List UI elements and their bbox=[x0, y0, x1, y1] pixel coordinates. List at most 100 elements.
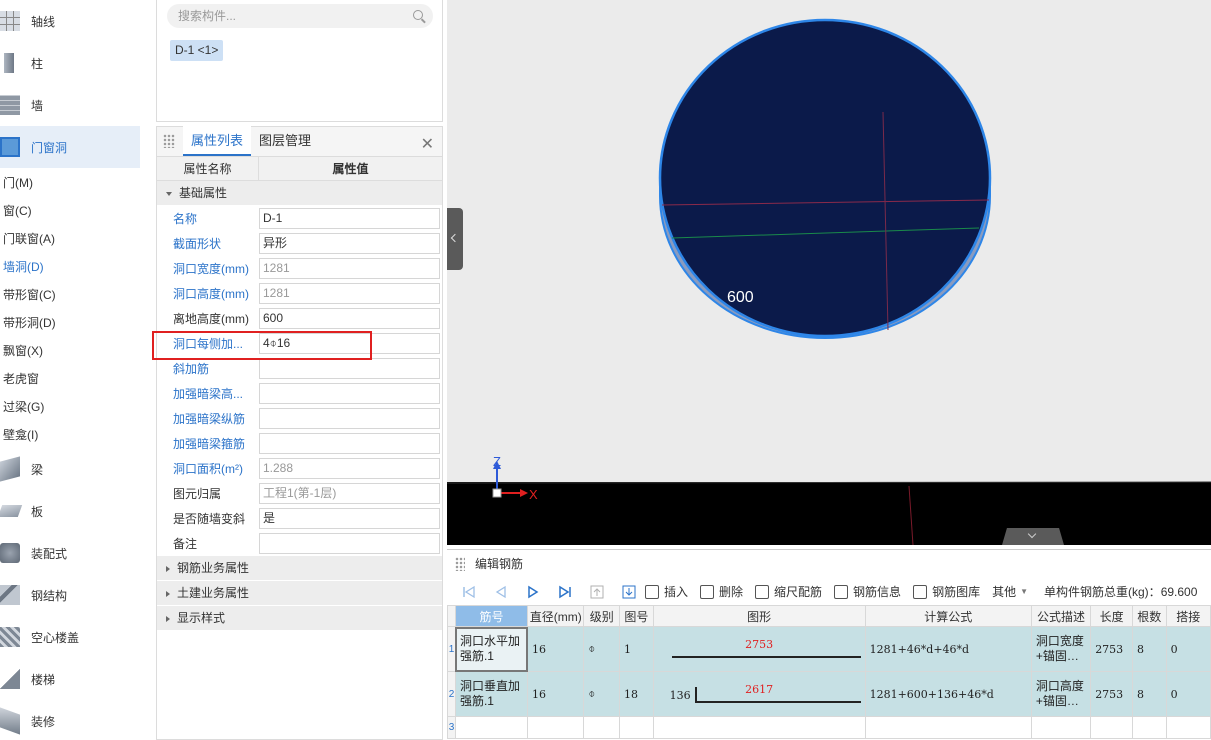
property-name[interactable]: 截面形状 bbox=[157, 235, 259, 252]
nav-sub-item[interactable]: 窗(C) bbox=[0, 196, 140, 224]
cell-fig[interactable] bbox=[618, 716, 654, 739]
property-value-field[interactable]: D-1 bbox=[259, 208, 440, 229]
property-value-field[interactable] bbox=[259, 358, 440, 379]
property-value-field[interactable] bbox=[259, 408, 440, 429]
property-name[interactable]: 洞口每侧加... bbox=[157, 335, 259, 352]
scale-rebar-button[interactable]: 缩尺配筋 bbox=[755, 583, 822, 600]
cell-desc[interactable]: 洞口高度+锚固… bbox=[1030, 671, 1092, 717]
property-name[interactable]: 洞口高度(mm) bbox=[157, 285, 259, 302]
column-header[interactable]: 图形 bbox=[652, 605, 866, 627]
column-header[interactable]: 根数 bbox=[1132, 605, 1167, 627]
group-basic-properties[interactable]: 基础属性 bbox=[157, 181, 442, 206]
cell-shape[interactable]: 2617 136 bbox=[652, 671, 866, 717]
cell-count[interactable] bbox=[1132, 716, 1167, 739]
nav-sub-item[interactable]: 过梁(G) bbox=[0, 392, 140, 420]
3d-viewport[interactable]: 600 Z X bbox=[447, 0, 1211, 545]
group-collapsed[interactable]: 钢筋业务属性 bbox=[157, 556, 442, 581]
column-header[interactable]: 计算公式 bbox=[864, 605, 1032, 627]
group-collapsed[interactable]: 土建业务属性 bbox=[157, 581, 442, 606]
nav-sub-item[interactable]: 墙洞(D) bbox=[0, 252, 140, 280]
search-box[interactable] bbox=[167, 4, 433, 28]
cell-formula[interactable] bbox=[864, 716, 1032, 739]
cell-length[interactable]: 2753 bbox=[1090, 671, 1133, 717]
property-value-field[interactable]: 1281 bbox=[259, 283, 440, 304]
cell-shape[interactable] bbox=[652, 716, 866, 739]
nav-category-0[interactable]: 梁 bbox=[0, 448, 140, 490]
cell-grade[interactable] bbox=[583, 716, 620, 739]
table-row[interactable]: 1 洞口水平加强筋.1 16 ⌽ 1 2753 1281+46*d+46*d 洞口宽度+锚固…… bbox=[447, 626, 1211, 672]
column-header[interactable]: 搭接 bbox=[1165, 605, 1211, 627]
cell-diameter[interactable]: 16 bbox=[527, 626, 585, 672]
nav-category-2[interactable]: 装配式 bbox=[0, 532, 140, 574]
cell-lap[interactable]: 0 bbox=[1165, 671, 1211, 717]
property-value-field[interactable]: 600 bbox=[259, 308, 440, 329]
nav-category-3[interactable]: 钢结构 bbox=[0, 574, 140, 616]
cell-formula[interactable]: 1281+46*d+46*d bbox=[864, 626, 1032, 672]
property-name[interactable]: 加强暗梁高... bbox=[157, 385, 259, 402]
row-index[interactable]: 3 bbox=[447, 716, 456, 739]
nav-category-0[interactable]: 轴线 bbox=[0, 0, 140, 42]
property-value-field[interactable]: 工程1(第-1层) bbox=[259, 483, 440, 504]
nav-category-1[interactable]: 柱 bbox=[0, 42, 140, 84]
tab-layer-management[interactable]: 图层管理 bbox=[251, 126, 319, 156]
property-name[interactable]: 斜加筋 bbox=[157, 360, 259, 377]
insert-button[interactable]: 插入 bbox=[645, 583, 688, 600]
table-row[interactable]: 2 洞口垂直加强筋.1 16 ⌽ 18 2617 136 1281+600+136+46*d 洞… bbox=[447, 671, 1211, 717]
row-index[interactable]: 1 bbox=[447, 626, 456, 672]
first-record-icon[interactable] bbox=[461, 584, 477, 600]
nav-sub-item[interactable]: 带形洞(D) bbox=[0, 308, 140, 336]
property-value-field[interactable] bbox=[259, 383, 440, 404]
last-record-icon[interactable] bbox=[557, 584, 573, 600]
cell-length[interactable] bbox=[1090, 716, 1133, 739]
nav-category-3[interactable]: 门窗洞 bbox=[0, 126, 140, 168]
nav-sub-item[interactable]: 带形窗(C) bbox=[0, 280, 140, 308]
row-index[interactable]: 2 bbox=[447, 671, 456, 717]
nav-sub-item[interactable]: 壁龛(I) bbox=[0, 420, 140, 448]
cell-name[interactable]: 洞口水平加强筋.1 bbox=[454, 626, 529, 672]
property-name[interactable]: 洞口面积(m²) bbox=[157, 460, 259, 477]
search-input[interactable] bbox=[178, 9, 398, 23]
property-value-field[interactable]: 4⌽16 bbox=[259, 333, 440, 354]
cell-grade[interactable]: ⌽ bbox=[583, 671, 620, 717]
cell-desc[interactable] bbox=[1030, 716, 1092, 739]
drag-handle-icon[interactable] bbox=[455, 557, 465, 571]
property-name[interactable]: 洞口宽度(mm) bbox=[157, 260, 259, 277]
table-row[interactable]: 3 bbox=[447, 716, 1211, 739]
property-value-field[interactable] bbox=[259, 533, 440, 554]
other-dropdown[interactable]: 其他 ▼ bbox=[992, 583, 1028, 600]
property-name[interactable]: 名称 bbox=[157, 210, 259, 227]
cell-fig[interactable]: 18 bbox=[618, 671, 654, 717]
move-up-icon[interactable] bbox=[589, 584, 605, 600]
property-value-field[interactable]: 异形 bbox=[259, 233, 440, 254]
nav-sub-item[interactable]: 门(M) bbox=[0, 168, 140, 196]
move-down-icon[interactable] bbox=[621, 584, 637, 600]
property-name[interactable]: 加强暗梁纵筋 bbox=[157, 410, 259, 427]
nav-category-6[interactable]: 装修 bbox=[0, 700, 140, 740]
cell-diameter[interactable] bbox=[527, 716, 585, 739]
group-collapsed[interactable]: 显示样式 bbox=[157, 606, 442, 631]
rebar-info-button[interactable]: 钢筋信息 bbox=[834, 583, 901, 600]
property-value-field[interactable]: 1281 bbox=[259, 258, 440, 279]
cell-name[interactable]: 洞口垂直加强筋.1 bbox=[454, 671, 529, 717]
column-header[interactable]: 直径(mm) bbox=[527, 605, 585, 627]
nav-category-2[interactable]: 墙 bbox=[0, 84, 140, 126]
cell-shape[interactable]: 2753 bbox=[652, 626, 866, 672]
column-header[interactable]: 公式描述 bbox=[1030, 605, 1092, 627]
search-icon[interactable] bbox=[413, 10, 423, 20]
nav-sub-item[interactable]: 老虎窗 bbox=[0, 364, 140, 392]
cell-count[interactable]: 8 bbox=[1132, 671, 1167, 717]
column-header[interactable]: 级别 bbox=[583, 605, 620, 627]
nav-sub-item[interactable]: 飘窗(X) bbox=[0, 336, 140, 364]
drag-handle-icon[interactable] bbox=[163, 134, 175, 148]
collapse-panel-button[interactable] bbox=[447, 208, 463, 270]
component-item-d1[interactable]: D-1 <1> bbox=[170, 40, 224, 61]
cell-count[interactable]: 8 bbox=[1132, 626, 1167, 672]
cell-fig[interactable]: 1 bbox=[618, 626, 654, 672]
nav-sub-item[interactable]: 门联窗(A) bbox=[0, 224, 140, 252]
property-value-field[interactable]: 是 bbox=[259, 508, 440, 529]
next-record-icon[interactable] bbox=[525, 584, 541, 600]
column-header[interactable]: 长度 bbox=[1090, 605, 1133, 627]
prev-record-icon[interactable] bbox=[493, 584, 509, 600]
rebar-library-button[interactable]: 钢筋图库 bbox=[913, 583, 980, 600]
property-value-field[interactable] bbox=[259, 433, 440, 454]
